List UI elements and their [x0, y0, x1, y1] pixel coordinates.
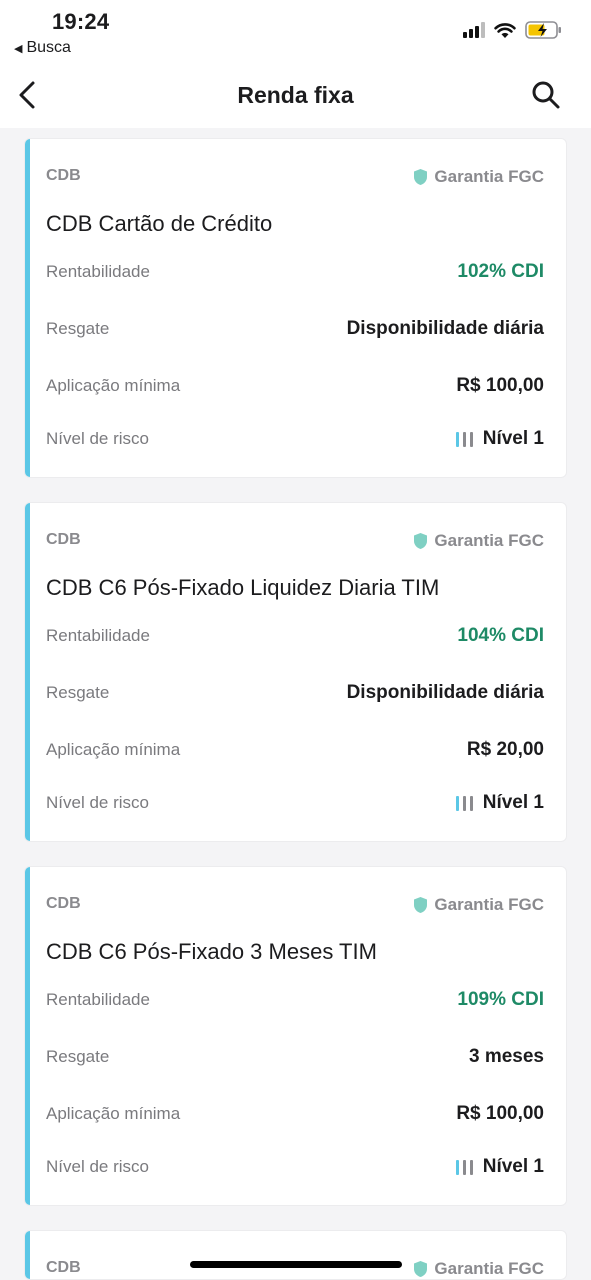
rentabilidade-row: Rentabilidade 109% CDI [46, 988, 544, 1012]
card-accent-bar [25, 867, 30, 1205]
investment-card[interactable]: CDB Garantia FGC CDB C6 Pós-Fixado Liqui… [24, 502, 567, 842]
resgate-label: Resgate [46, 683, 110, 702]
resgate-row: Resgate Disponibilidade diária [46, 317, 544, 341]
nivel-risco-row: Nível de risco Nível 1 [46, 1155, 544, 1179]
battery-charging-icon [525, 21, 561, 39]
wifi-icon [494, 22, 516, 38]
app-header: Renda fixa [0, 64, 591, 128]
shield-icon [414, 1261, 428, 1277]
nivel-risco-value: Nível 1 [482, 428, 544, 449]
rentabilidade-row: Rentabilidade 102% CDI [46, 260, 544, 284]
resgate-value: Disponibilidade diária [346, 682, 544, 703]
card-category: CDB [46, 1259, 81, 1276]
aplicacao-minima-label: Aplicação mínima [46, 740, 181, 759]
nivel-risco-value: Nível 1 [482, 1156, 544, 1177]
nivel-risco-row: Nível de risco Nível 1 [46, 427, 544, 451]
rentabilidade-label: Rentabilidade [46, 990, 150, 1009]
nivel-risco-row: Nível de risco Nível 1 [46, 791, 544, 815]
fgc-guarantee: Garantia FGC [413, 531, 544, 551]
investment-card[interactable]: CDB Garantia FGC CDB C6 Pós-Fixado 3 Mes… [24, 866, 567, 1206]
card-category: CDB [46, 895, 81, 912]
fgc-guarantee-label: Garantia FGC [434, 531, 544, 550]
back-app-label: Busca [26, 39, 71, 56]
resgate-label: Resgate [46, 1047, 110, 1066]
card-category: CDB [46, 167, 81, 184]
aplicacao-minima-row: Aplicação mínima R$ 100,00 [46, 374, 544, 398]
rentabilidade-value: 102% CDI [457, 261, 544, 282]
product-name: CDB C6 Pós-Fixado Liquidez Diaria TIM [46, 575, 440, 600]
home-indicator[interactable] [190, 1261, 402, 1268]
shield-icon [414, 533, 428, 549]
card-accent-bar [25, 139, 30, 477]
aplicacao-minima-label: Aplicação mínima [46, 376, 181, 395]
nivel-risco-label: Nível de risco [46, 1157, 149, 1176]
fgc-guarantee-label: Garantia FGC [434, 167, 544, 186]
fgc-guarantee-label: Garantia FGC [434, 1259, 544, 1278]
rentabilidade-value: 109% CDI [457, 989, 544, 1010]
nivel-risco-value-wrap: Nível 1 [455, 1156, 544, 1178]
aplicacao-minima-value: R$ 100,00 [456, 375, 544, 396]
resgate-row: Resgate Disponibilidade diária [46, 681, 544, 705]
back-to-app-link[interactable]: ◀ Busca [14, 39, 71, 57]
aplicacao-minima-row: Aplicação mínima R$ 20,00 [46, 738, 544, 762]
status-time: 19:24 [52, 9, 110, 34]
risk-level-icon [455, 1159, 473, 1175]
shield-icon [414, 897, 428, 913]
cellular-signal-icon [463, 22, 485, 38]
resgate-label: Resgate [46, 319, 110, 338]
fgc-guarantee: Garantia FGC [413, 167, 544, 187]
card-accent-bar [25, 1231, 30, 1279]
product-name: CDB Cartão de Crédito [46, 211, 273, 236]
risk-level-icon [455, 431, 473, 447]
risk-level-icon [455, 795, 473, 811]
rentabilidade-label: Rentabilidade [46, 626, 150, 645]
resgate-row: Resgate 3 meses [46, 1045, 544, 1069]
card-accent-bar [25, 503, 30, 841]
rentabilidade-row: Rentabilidade 104% CDI [46, 624, 544, 648]
rentabilidade-label: Rentabilidade [46, 262, 150, 281]
product-name: CDB C6 Pós-Fixado 3 Meses TIM [46, 939, 377, 964]
card-category: CDB [46, 531, 81, 548]
investment-card[interactable]: CDB Garantia FGC CDB Cartão de Crédito R… [24, 138, 567, 478]
fgc-guarantee: Garantia FGC [413, 895, 544, 915]
fgc-guarantee-label: Garantia FGC [434, 895, 544, 914]
shield-icon [414, 169, 428, 185]
nivel-risco-label: Nível de risco [46, 793, 149, 812]
resgate-value: Disponibilidade diária [346, 318, 544, 339]
aplicacao-minima-value: R$ 20,00 [466, 739, 544, 760]
search-button[interactable] [529, 78, 563, 112]
aplicacao-minima-value: R$ 100,00 [456, 1103, 544, 1124]
nivel-risco-value-wrap: Nível 1 [455, 428, 544, 450]
aplicacao-minima-row: Aplicação mínima R$ 100,00 [46, 1102, 544, 1126]
resgate-value: 3 meses [468, 1046, 544, 1067]
search-icon [532, 81, 560, 109]
page-title: Renda fixa [237, 82, 354, 108]
status-icons [463, 20, 563, 40]
status-bar: 19:24 ◀ Busca [0, 0, 591, 64]
nivel-risco-value-wrap: Nível 1 [455, 792, 544, 814]
investment-card[interactable]: CDB Garantia FGC [24, 1230, 567, 1280]
nivel-risco-label: Nível de risco [46, 429, 149, 448]
aplicacao-minima-label: Aplicação mínima [46, 1104, 181, 1123]
back-triangle-icon: ◀ [14, 42, 23, 55]
nivel-risco-value: Nível 1 [482, 792, 544, 813]
rentabilidade-value: 104% CDI [457, 625, 544, 646]
fgc-guarantee: Garantia FGC [413, 1259, 544, 1279]
